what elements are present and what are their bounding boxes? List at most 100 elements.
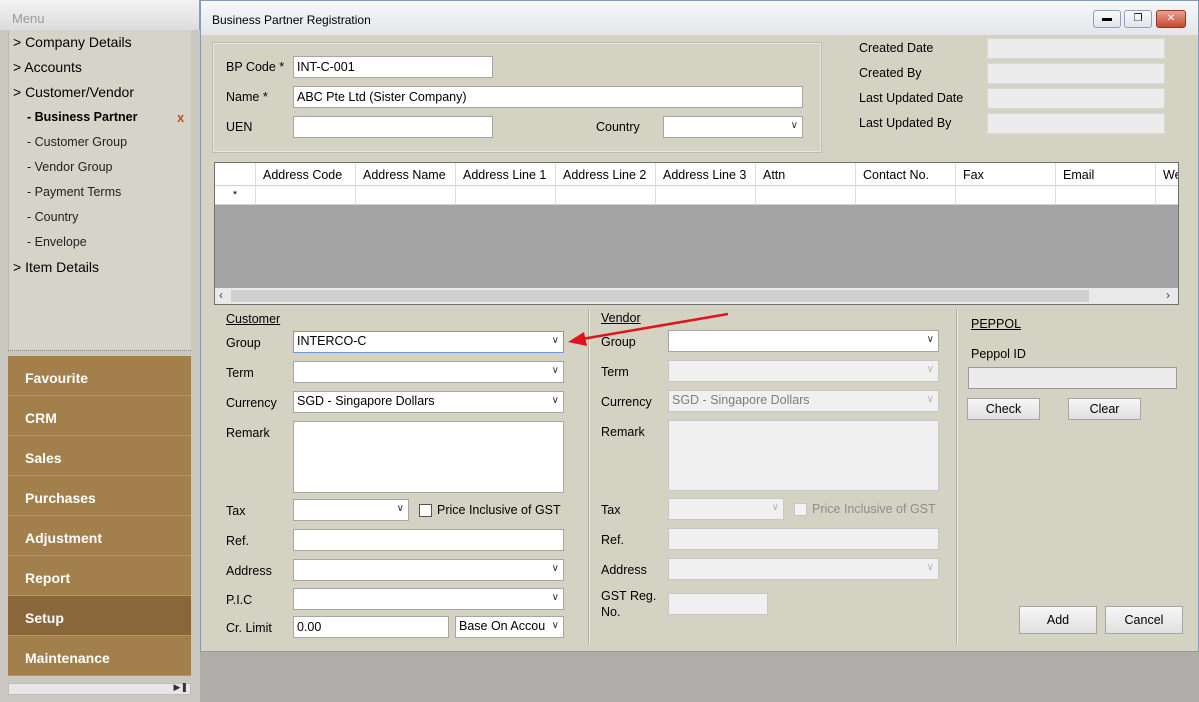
tree-sub-payment-terms[interactable]: - Payment Terms — [27, 185, 121, 199]
minimize-button[interactable]: ▬ — [1093, 10, 1121, 28]
vendor-remark-input[interactable] — [668, 420, 939, 491]
col-website[interactable]: We — [1156, 163, 1178, 186]
created-date-label: Created Date — [859, 41, 934, 55]
customer-address-select[interactable]: ∨ — [293, 559, 564, 581]
customer-remark-label: Remark — [226, 426, 270, 440]
tree-sub-envelope[interactable]: - Envelope — [27, 235, 87, 249]
scroll-thumb[interactable] — [231, 290, 1089, 302]
tree-item-company-details[interactable]: > Company Details — [13, 34, 132, 50]
close-tab-icon[interactable]: x — [177, 110, 184, 125]
tree-item-accounts[interactable]: > Accounts — [13, 59, 82, 75]
customer-tax-select[interactable]: ∨ — [293, 499, 409, 521]
vendor-gst-reg-label: GST Reg. — [601, 589, 657, 603]
splitter[interactable] — [8, 350, 191, 354]
customer-currency-label: Currency — [226, 396, 277, 410]
peppol-check-button[interactable]: Check — [967, 398, 1040, 420]
uen-input[interactable] — [293, 116, 493, 138]
vendor-currency-value: SGD - Singapore Dollars — [672, 393, 810, 407]
last-updated-date-label: Last Updated Date — [859, 91, 964, 105]
chevron-down-icon: ∨ — [771, 502, 779, 513]
module-favourite[interactable]: Favourite — [8, 356, 191, 396]
vendor-currency-select[interactable]: SGD - Singapore Dollars ∨ — [668, 390, 939, 412]
created-by-label: Created By — [859, 66, 922, 80]
tree-item-customer-vendor[interactable]: > Customer/Vendor — [13, 84, 134, 100]
grid-cell[interactable] — [956, 186, 1056, 205]
col-address-line-3[interactable]: Address Line 3 — [656, 163, 756, 186]
vendor-ref-label: Ref. — [601, 533, 624, 547]
vendor-gst-reg-label-2: No. — [601, 605, 621, 619]
title-bar[interactable]: Business Partner Registration ▬ ❐ ✕ — [201, 1, 1198, 35]
grid-cell[interactable] — [456, 186, 556, 205]
grid-cell[interactable] — [1056, 186, 1156, 205]
module-crm[interactable]: CRM — [8, 396, 191, 436]
vendor-address-label: Address — [601, 563, 647, 577]
grid-cell[interactable] — [756, 186, 856, 205]
col-address-line-1[interactable]: Address Line 1 — [456, 163, 556, 186]
scroll-right-icon[interactable]: ▶❚ — [174, 682, 188, 693]
module-maintenance[interactable]: Maintenance — [8, 636, 191, 676]
peppol-clear-button[interactable]: Clear — [1068, 398, 1141, 420]
tree-sub-business-partner[interactable]: - Business Partner — [27, 110, 137, 124]
module-report[interactable]: Report — [8, 556, 191, 596]
grid-cell[interactable] — [256, 186, 356, 205]
cancel-button[interactable]: Cancel — [1105, 606, 1183, 634]
module-sales[interactable]: Sales — [8, 436, 191, 476]
module-purchases[interactable]: Purchases — [8, 476, 191, 516]
scroll-right-icon[interactable]: › — [1166, 288, 1170, 302]
tree-sub-country[interactable]: - Country — [27, 210, 78, 224]
grid-hscrollbar[interactable]: ‹ › — [215, 288, 1178, 304]
name-label: Name * — [226, 90, 268, 104]
module-adjustment[interactable]: Adjustment — [8, 516, 191, 556]
col-address-name[interactable]: Address Name — [356, 163, 456, 186]
tree-sub-vendor-group[interactable]: - Vendor Group — [27, 160, 112, 174]
last-updated-by-label: Last Updated By — [859, 116, 952, 130]
grid-cell[interactable] — [356, 186, 456, 205]
vendor-term-select[interactable]: ∨ — [668, 360, 939, 382]
peppol-id-input[interactable] — [968, 367, 1177, 389]
customer-price-incl-label: Price Inclusive of GST — [437, 503, 561, 517]
restore-icon: ❐ — [1133, 13, 1143, 24]
customer-group-select[interactable]: INTERCO-C ∨ — [293, 331, 564, 353]
col-contact-no[interactable]: Contact No. — [856, 163, 956, 186]
customer-remark-input[interactable] — [293, 421, 564, 493]
vendor-group-select[interactable]: ∨ — [668, 330, 939, 352]
vendor-gst-reg-input[interactable] — [668, 593, 768, 615]
chevron-down-icon: ∨ — [396, 503, 404, 514]
customer-cr-basis-select[interactable]: Base On Accou ∨ — [455, 616, 564, 638]
maximize-button[interactable]: ❐ — [1124, 10, 1152, 28]
module-setup[interactable]: Setup — [8, 596, 191, 636]
grid-cell[interactable] — [856, 186, 956, 205]
chevron-down-icon: ∨ — [926, 364, 934, 375]
vendor-ref-input[interactable] — [668, 528, 939, 550]
vendor-address-select[interactable]: ∨ — [668, 558, 939, 580]
customer-price-incl-checkbox[interactable] — [419, 504, 432, 517]
grid-new-row[interactable]: * — [215, 186, 1178, 205]
vendor-price-incl-checkbox[interactable] — [794, 503, 807, 516]
bp-code-input[interactable] — [293, 56, 493, 78]
col-email[interactable]: Email — [1056, 163, 1156, 186]
name-input[interactable] — [293, 86, 803, 108]
col-fax[interactable]: Fax — [956, 163, 1056, 186]
menu-scrollbar[interactable]: ▶❚ — [8, 682, 191, 695]
scroll-left-icon[interactable]: ‹ — [219, 288, 223, 302]
row-marker: * — [215, 186, 256, 205]
add-button[interactable]: Add — [1019, 606, 1097, 634]
customer-cr-limit-input[interactable] — [293, 616, 449, 638]
grid-cell[interactable] — [656, 186, 756, 205]
grid-cell[interactable] — [556, 186, 656, 205]
tree-sub-customer-group[interactable]: - Customer Group — [27, 135, 127, 149]
close-window-button[interactable]: ✕ — [1156, 10, 1186, 28]
tree-item-item-details[interactable]: > Item Details — [13, 259, 99, 275]
country-select[interactable]: ∨ — [663, 116, 803, 138]
col-address-code[interactable]: Address Code — [256, 163, 356, 186]
customer-pic-select[interactable]: ∨ — [293, 588, 564, 610]
col-attn[interactable]: Attn — [756, 163, 856, 186]
customer-currency-select[interactable]: SGD - Singapore Dollars ∨ — [293, 391, 564, 413]
grid-cell[interactable] — [1156, 186, 1178, 205]
menu-header: Menu — [0, 0, 200, 30]
col-address-line-2[interactable]: Address Line 2 — [556, 163, 656, 186]
customer-ref-input[interactable] — [293, 529, 564, 551]
vendor-tax-label: Tax — [601, 503, 621, 517]
customer-term-select[interactable]: ∨ — [293, 361, 564, 383]
vendor-tax-select[interactable]: ∨ — [668, 498, 784, 520]
